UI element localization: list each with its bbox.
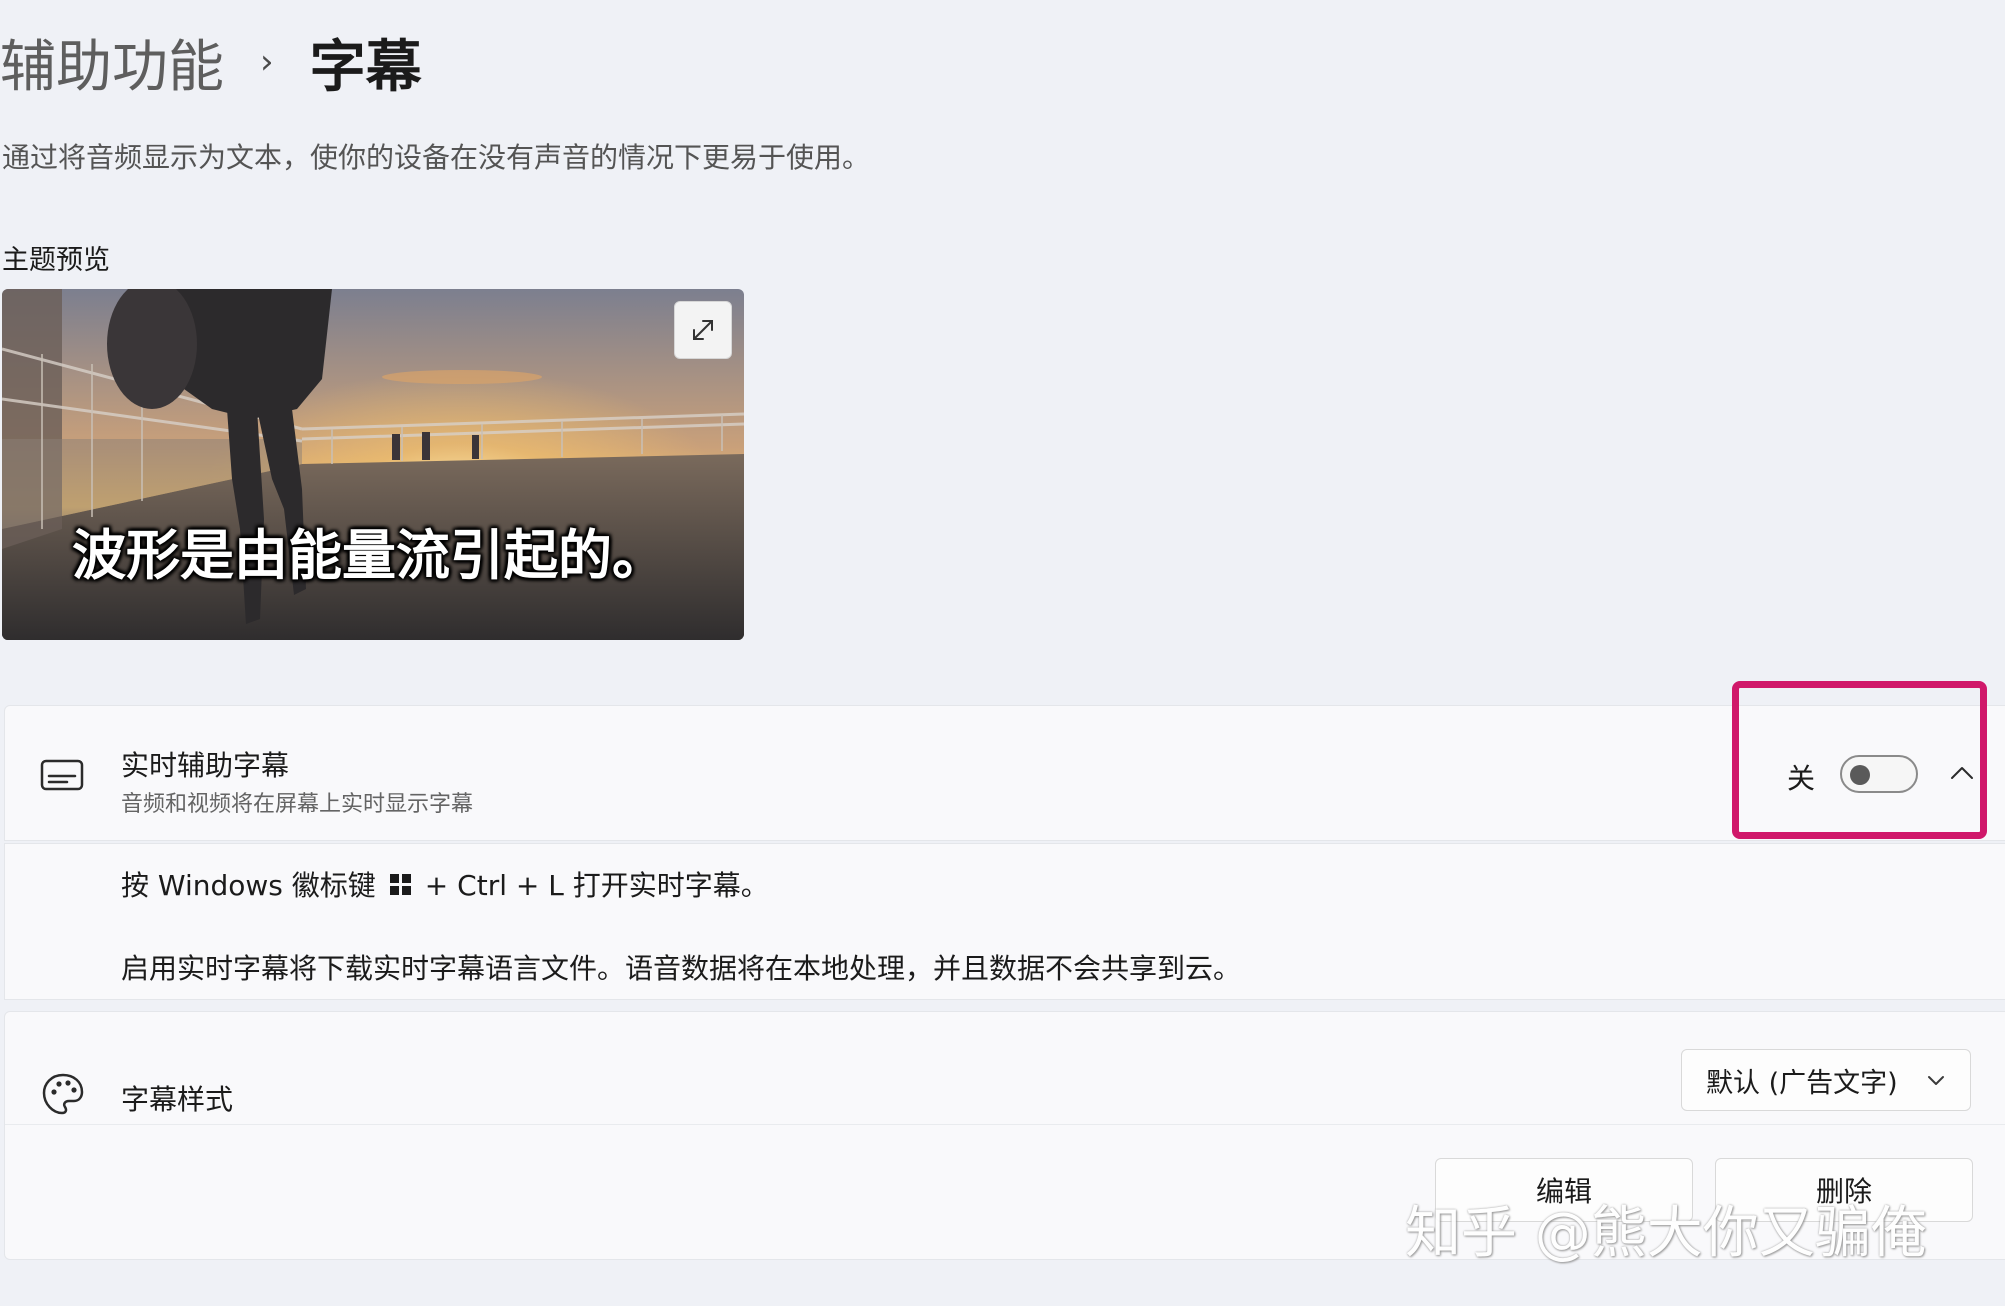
page-title: 字幕 [309, 34, 422, 100]
caption-style-selected: 默认 (广告文字) [1706, 1067, 1898, 1099]
chevron-down-icon [1928, 1076, 1944, 1085]
expand-button[interactable] [674, 301, 732, 359]
shortcut-hint-suffix: + Ctrl + L 打开实时字幕。 [424, 869, 769, 902]
breadcrumb-parent[interactable]: 辅助功能 [0, 22, 224, 103]
live-captions-title: 实时辅助字幕 [121, 749, 290, 782]
caption-style-title: 字幕样式 [121, 1083, 234, 1116]
theme-preview-label: 主题预览 [2, 245, 110, 276]
palette-icon [42, 1073, 84, 1115]
watermark: 知乎 @熊大你又骗俺 [1405, 1201, 1927, 1266]
live-captions-info: 启用实时字幕将下载实时字幕语言文件。语音数据将在本地处理，并且数据不会共享到云。 [121, 952, 1242, 985]
live-captions-details: 按 Windows 徽标键 + Ctrl + L 打开实时字幕。 启用实时字幕将… [4, 843, 2005, 1000]
caption-style-select[interactable]: 默认 (广告文字) [1681, 1049, 1971, 1111]
highlight-annotation [1732, 681, 1987, 839]
preview-caption: 波形是由能量流引起的。 [72, 524, 666, 587]
breadcrumb: 辅助功能 › 字幕 [0, 22, 422, 102]
breadcrumb-separator-icon: › [260, 42, 274, 82]
shortcut-hint-prefix: 按 Windows 徽标键 [121, 869, 376, 902]
windows-logo-icon [389, 873, 411, 895]
expand-icon [693, 320, 713, 340]
live-captions-subtitle: 音频和视频将在屏幕上实时显示字幕 [121, 792, 474, 817]
page-description: 通过将音频显示为文本，使你的设备在没有声音的情况下更易于使用。 [2, 141, 871, 174]
live-captions-card[interactable]: 实时辅助字幕 音频和视频将在屏幕上实时显示字幕 关 [4, 705, 2005, 841]
theme-preview: 波形是由能量流引起的。 [2, 289, 744, 640]
shortcut-hint: 按 Windows 徽标键 + Ctrl + L 打开实时字幕。 [121, 864, 769, 904]
divider [5, 1124, 2005, 1125]
captions-icon [39, 752, 85, 798]
